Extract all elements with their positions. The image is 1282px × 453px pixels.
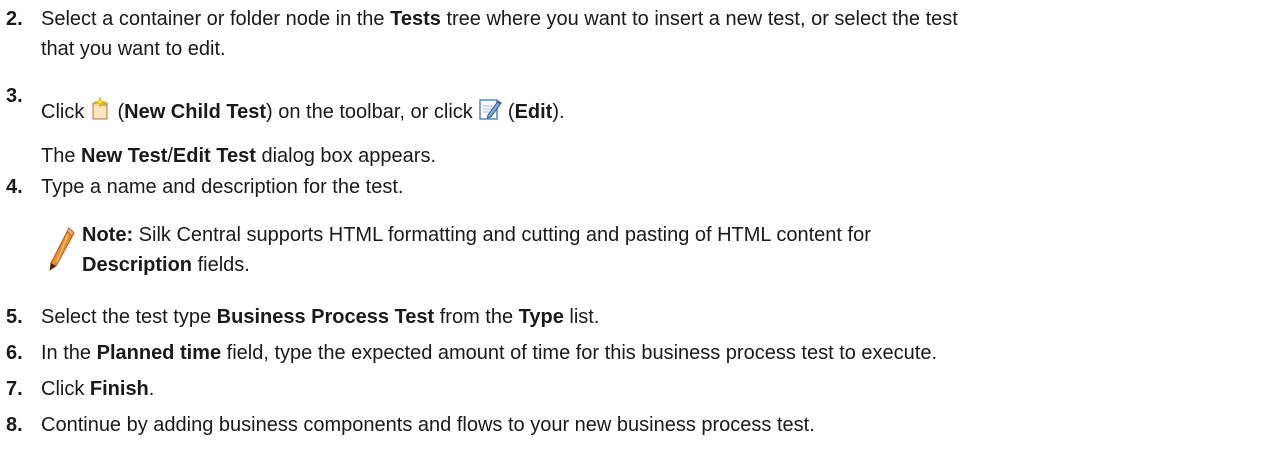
- step-text: Type a name and description for the test…: [41, 172, 1272, 202]
- ui-term-planned-time: Planned time: [96, 342, 222, 364]
- step-number: 8.: [6, 414, 23, 436]
- text-run: that you want to edit.: [41, 38, 226, 60]
- text-run: field, type the expected amount of time …: [221, 342, 938, 364]
- text-run: The: [41, 145, 82, 167]
- text-run: Continue by adding business components a…: [41, 414, 815, 436]
- step-number: 4.: [6, 176, 23, 198]
- step-number: 5.: [6, 306, 23, 328]
- text-run: In the: [41, 342, 97, 364]
- text-run: ).: [552, 101, 565, 123]
- step-result: The New Test/Edit Test dialog box appear…: [41, 141, 1272, 171]
- step-text: Select a container or folder node in the…: [41, 4, 1272, 64]
- note-text: Note: Silk Central supports HTML formatt…: [82, 220, 1182, 280]
- note-label: Note:: [82, 224, 134, 246]
- ui-term-type: Type: [518, 306, 564, 328]
- text-run: Type a name and description for the test…: [41, 176, 404, 198]
- edit-icon: [478, 97, 503, 130]
- step-text: Click ( New Child Test) on the toolbar, o…: [41, 96, 1272, 130]
- text-run: Click: [41, 101, 90, 123]
- text-run: Click: [41, 378, 90, 400]
- step-text: Click Finish.: [41, 374, 1272, 404]
- text-run: fields.: [192, 254, 250, 276]
- text-run: Select the test type: [41, 306, 217, 328]
- new-child-test-icon: [90, 96, 112, 130]
- text-run: (: [507, 101, 515, 123]
- text-run: list.: [563, 306, 600, 328]
- ui-term-edit: Edit: [514, 101, 553, 123]
- step-number: 7.: [6, 378, 23, 400]
- text-run: tree where you want to insert a new test…: [440, 8, 958, 30]
- note-block: Note: Silk Central supports HTML formatt…: [47, 220, 1247, 298]
- document-page: 2. Select a container or folder node in …: [0, 0, 1282, 453]
- ui-term-edit-test: Edit Test: [172, 145, 256, 167]
- text-run: Silk Central supports HTML formatting an…: [133, 224, 871, 246]
- text-run: ) on the toolbar, or click: [266, 101, 479, 123]
- step-number: 3.: [6, 85, 23, 107]
- text-run: dialog box appears.: [255, 145, 437, 167]
- step-text: In the Planned time field, type the expe…: [41, 338, 1272, 368]
- step-number: 2.: [6, 8, 23, 30]
- ui-term-tests: Tests: [390, 8, 441, 30]
- step-text: Continue by adding business components a…: [41, 410, 1272, 440]
- ui-term-description: Description: [82, 254, 193, 276]
- text-run: .: [148, 378, 155, 400]
- ui-term-new-child-test: New Child Test: [124, 101, 266, 123]
- text-run: Select a container or folder node in the: [41, 8, 391, 30]
- pencil-icon: [47, 226, 75, 280]
- text-run: from the: [434, 306, 519, 328]
- ui-term-finish: Finish: [89, 378, 149, 400]
- ui-term-business-process-test: Business Process Test: [216, 306, 435, 328]
- ui-term-new-test: New Test: [81, 145, 168, 167]
- step-text: Select the test type Business Process Te…: [41, 302, 1272, 332]
- step-number: 6.: [6, 342, 23, 364]
